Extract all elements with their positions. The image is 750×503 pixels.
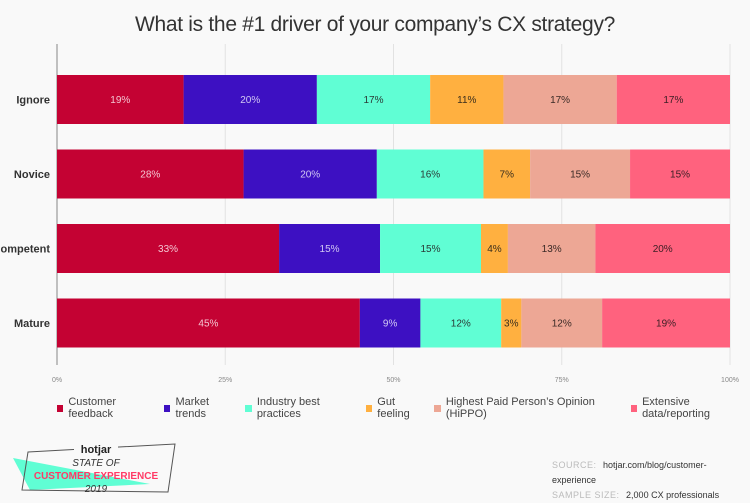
category-label: Mature (14, 318, 50, 330)
data-label: 4% (487, 244, 502, 255)
x-tick-label: 100% (721, 377, 739, 384)
legend: Customer feedback Market trends Industry b… (57, 396, 750, 420)
badge-line3: 2019 (84, 484, 108, 495)
x-tick-label: 25% (218, 377, 232, 384)
source-line: SOURCE: hotjar.com/blog/customer-experie… (552, 458, 750, 488)
badge-brand: hotjar (81, 444, 112, 456)
source-info: SOURCE: hotjar.com/blog/customer-experie… (552, 458, 750, 503)
data-label: 28% (140, 170, 160, 181)
sample-size-line: SAMPLE SIZE: 2,000 CX professionals (552, 488, 750, 503)
data-label: 33% (158, 244, 178, 255)
category-label: Ignore (16, 95, 50, 107)
legend-label: Highest Paid Person’s Opinion (HiPPO) (445, 396, 595, 420)
data-label: 13% (542, 244, 562, 255)
category-labels: Ignore Novice Competent Mature (0, 95, 50, 331)
x-tick-label: 0% (52, 377, 62, 384)
legend-label: Gut feeling (377, 396, 410, 420)
report-badge: hotjar STATE OF CUSTOMER EXPERIENCE 2019 (10, 440, 180, 496)
legend-swatch (434, 404, 441, 412)
data-label: 45% (198, 319, 218, 330)
category-label: Competent (0, 244, 50, 256)
x-tick-labels: 0% 25% 50% 75% 100% (52, 377, 739, 384)
legend-item: Industry best practices (245, 396, 356, 420)
data-label: 17% (364, 95, 384, 106)
legend-swatch (245, 404, 252, 412)
badge-line1: STATE OF (72, 458, 120, 469)
sample-size-key: SAMPLE SIZE: (552, 490, 620, 500)
x-tick-label: 50% (386, 377, 400, 384)
stacked-bar-chart: 19% 20% 17% 11% 17% 17% 28% 20% 16% 7% 15% 15% 33% 15… (0, 44, 739, 384)
category-label: Novice (14, 169, 50, 181)
data-label: 19% (110, 95, 130, 106)
data-label: 9% (383, 319, 398, 330)
legend-swatch (365, 404, 373, 412)
data-label: 15% (670, 170, 690, 181)
legend-swatch (630, 404, 638, 412)
data-label: 19% (656, 319, 676, 330)
legend-item: Extensive data/reporting (630, 396, 750, 420)
x-tick-label: 75% (555, 377, 569, 384)
data-label: 15% (421, 244, 441, 255)
legend-label: Market trends (175, 396, 210, 420)
data-label: 17% (663, 95, 683, 106)
legend-label: Customer feedback (68, 396, 117, 420)
source-key: SOURCE: (552, 460, 597, 470)
data-label: 7% (500, 170, 515, 181)
data-label: 15% (570, 170, 590, 181)
data-label: 20% (240, 95, 260, 106)
legend-item: Highest Paid Person’s Opinion (HiPPO) (434, 396, 621, 420)
badge-line2: CUSTOMER EXPERIENCE (34, 471, 159, 482)
legend-item: Market trends (164, 396, 236, 420)
data-label: 20% (653, 244, 673, 255)
sample-size-value: 2,000 CX professionals (626, 490, 720, 500)
data-label: 15% (320, 244, 340, 255)
data-label: 20% (300, 170, 320, 181)
legend-label: Extensive data/reporting (642, 396, 710, 420)
data-label: 12% (451, 319, 471, 330)
data-label: 12% (552, 319, 572, 330)
data-label: 17% (550, 95, 570, 106)
legend-label: Industry best practices (256, 396, 320, 420)
data-label: 16% (420, 170, 440, 181)
data-label: 11% (457, 95, 476, 106)
legend-swatch (57, 404, 64, 412)
legend-item: Gut feeling (365, 396, 426, 420)
legend-item: Customer feedback (57, 396, 155, 420)
legend-swatch (164, 404, 171, 412)
data-label: 3% (504, 319, 519, 330)
